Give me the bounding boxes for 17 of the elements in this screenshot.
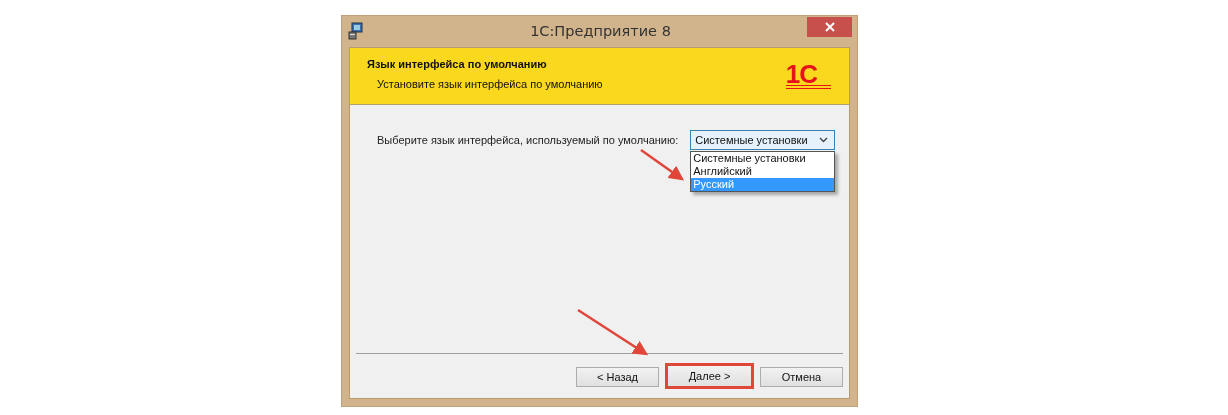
logo: 1С — [785, 63, 831, 89]
computer-icon — [348, 22, 364, 40]
annotation-arrow — [640, 149, 685, 181]
wizard-button[interactable]: Отмена — [760, 366, 843, 387]
annotation-arrow — [577, 308, 649, 356]
close-button[interactable] — [807, 17, 852, 37]
wizard-button[interactable]: < Назад — [576, 366, 659, 387]
close-icon — [824, 22, 835, 32]
page-title: Язык интерфейса по умолчанию — [367, 58, 548, 70]
wizard-button[interactable]: Далее > — [665, 363, 754, 389]
dropdown-option[interactable]: Английский — [691, 165, 835, 178]
chevron-down-icon — [819, 137, 829, 143]
language-dropdown[interactable]: Системные установки — [690, 130, 836, 150]
dropdown-option[interactable]: Системные установки — [691, 152, 835, 165]
field-label: Выберите язык интерфейса, используемый по умолчанию: — [377, 134, 679, 146]
window-title: 1С:Предприятие 8 — [529, 23, 672, 39]
page-subtitle: Установите язык интерфейса по умолчанию — [377, 78, 603, 90]
